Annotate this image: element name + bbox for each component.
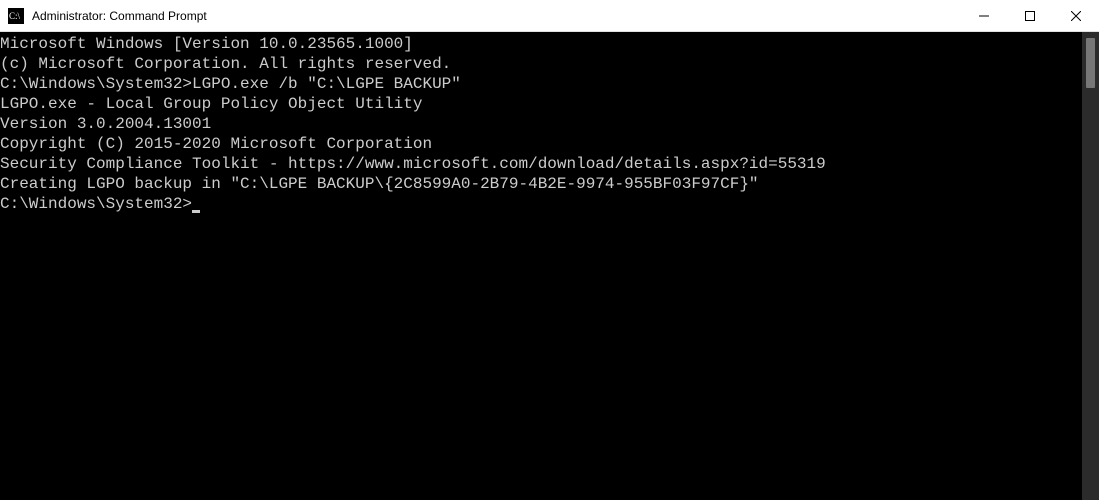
- terminal-line: (c) Microsoft Corporation. All rights re…: [0, 54, 1082, 74]
- command-prompt-window: C:\ Administrator: Command Prompt Micros…: [0, 0, 1099, 500]
- terminal-line: C:\Windows\System32>LGPO.exe /b "C:\LGPE…: [0, 74, 1082, 94]
- close-button[interactable]: [1053, 0, 1099, 32]
- terminal-output[interactable]: Microsoft Windows [Version 10.0.23565.10…: [0, 32, 1082, 500]
- terminal-line: Copyright (C) 2015-2020 Microsoft Corpor…: [0, 134, 1082, 154]
- cursor: [192, 210, 200, 213]
- svg-text:C:\: C:\: [9, 11, 21, 21]
- terminal-area: Microsoft Windows [Version 10.0.23565.10…: [0, 32, 1099, 500]
- titlebar[interactable]: C:\ Administrator: Command Prompt: [0, 0, 1099, 32]
- terminal-line: Version 3.0.2004.13001: [0, 114, 1082, 134]
- window-controls: [961, 0, 1099, 31]
- window-title: Administrator: Command Prompt: [32, 9, 961, 23]
- scrollbar-thumb[interactable]: [1086, 38, 1095, 88]
- terminal-line: Security Compliance Toolkit - https://ww…: [0, 154, 1082, 174]
- terminal-line: LGPO.exe - Local Group Policy Object Uti…: [0, 94, 1082, 114]
- terminal-line: Microsoft Windows [Version 10.0.23565.10…: [0, 34, 1082, 54]
- maximize-button[interactable]: [1007, 0, 1053, 32]
- terminal-line: Creating LGPO backup in "C:\LGPE BACKUP\…: [0, 174, 1082, 194]
- terminal-line: C:\Windows\System32>: [0, 194, 1082, 214]
- minimize-button[interactable]: [961, 0, 1007, 32]
- cmd-icon: C:\: [8, 8, 24, 24]
- scrollbar[interactable]: [1082, 32, 1099, 500]
